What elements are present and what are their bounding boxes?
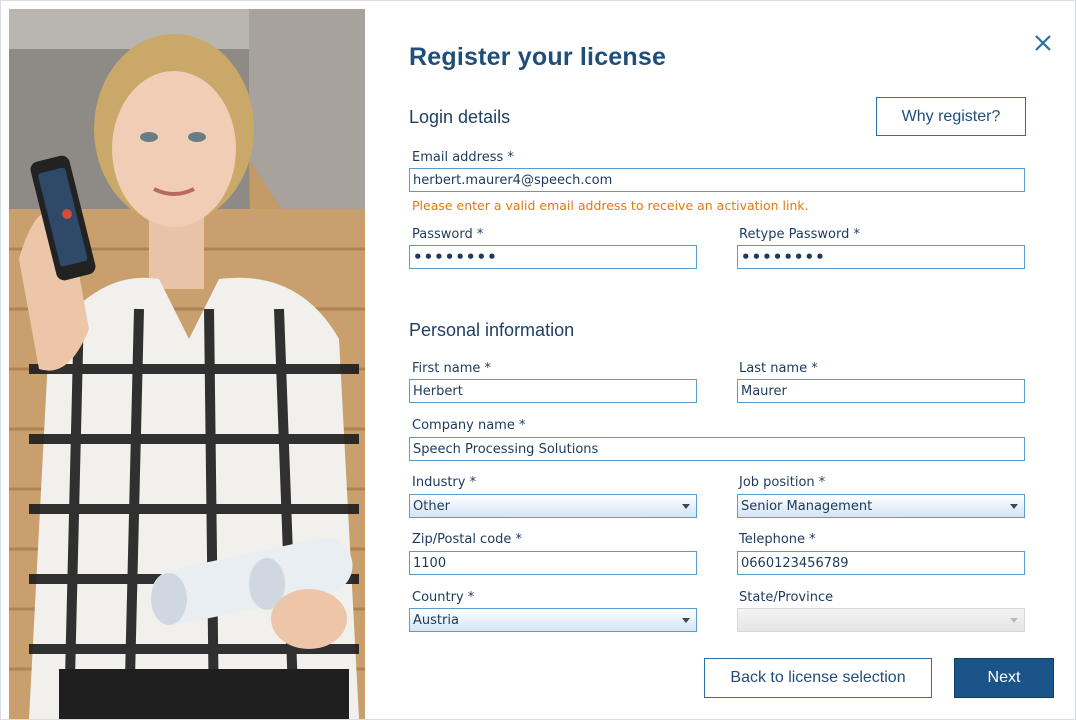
zip-field[interactable] (409, 551, 697, 575)
retype-password-label: Retype Password * (739, 227, 860, 242)
last-name-field[interactable] (737, 379, 1025, 403)
back-to-license-selection-button[interactable]: Back to license selection (704, 658, 932, 698)
woman-with-phone-photo (9, 9, 365, 719)
state-province-label: State/Province (739, 590, 834, 605)
personal-information-heading: Personal information (409, 320, 575, 340)
last-name-label: Last name * (739, 361, 818, 376)
first-name-field[interactable] (409, 379, 697, 403)
industry-select[interactable]: Other (409, 494, 697, 518)
chevron-down-icon (1010, 618, 1018, 623)
country-value: Austria (413, 612, 459, 628)
email-input[interactable] (413, 169, 1021, 191)
company-name-input[interactable] (413, 438, 1021, 460)
job-position-value: Senior Management (741, 498, 873, 514)
chevron-down-icon (682, 618, 690, 623)
register-license-dialog: Register your license Login details Why … (0, 0, 1076, 720)
chevron-down-icon (682, 504, 690, 509)
job-position-select[interactable]: Senior Management (737, 494, 1025, 518)
email-label: Email address * (412, 150, 514, 165)
password-mask: •••••••• (413, 248, 498, 266)
zip-input[interactable] (413, 552, 693, 574)
page-title: Register your license (409, 43, 667, 71)
company-name-field[interactable] (409, 437, 1025, 461)
industry-label: Industry * (412, 475, 477, 490)
telephone-input[interactable] (741, 552, 1021, 574)
last-name-input[interactable] (741, 380, 1021, 402)
industry-value: Other (413, 498, 450, 514)
company-name-label: Company name * (412, 418, 526, 433)
first-name-label: First name * (412, 361, 491, 376)
password-field[interactable]: •••••••• (409, 245, 697, 269)
first-name-input[interactable] (413, 380, 693, 402)
job-position-label: Job position * (739, 475, 826, 490)
email-field[interactable] (409, 168, 1025, 192)
zip-label: Zip/Postal code * (412, 532, 523, 547)
close-icon (1035, 35, 1051, 51)
next-button[interactable]: Next (954, 658, 1054, 698)
why-register-button[interactable]: Why register? (876, 97, 1026, 136)
close-button[interactable] (1031, 31, 1055, 55)
login-details-heading: Login details (409, 107, 511, 127)
state-province-select[interactable] (737, 608, 1025, 632)
telephone-label: Telephone * (739, 532, 816, 547)
password-label: Password * (412, 227, 484, 242)
retype-password-mask: •••••••• (741, 248, 826, 266)
retype-password-field[interactable]: •••••••• (737, 245, 1025, 269)
country-select[interactable]: Austria (409, 608, 697, 632)
email-hint: Please enter a valid email address to re… (412, 198, 809, 213)
telephone-field[interactable] (737, 551, 1025, 575)
country-label: Country * (412, 590, 475, 605)
chevron-down-icon (1010, 504, 1018, 509)
